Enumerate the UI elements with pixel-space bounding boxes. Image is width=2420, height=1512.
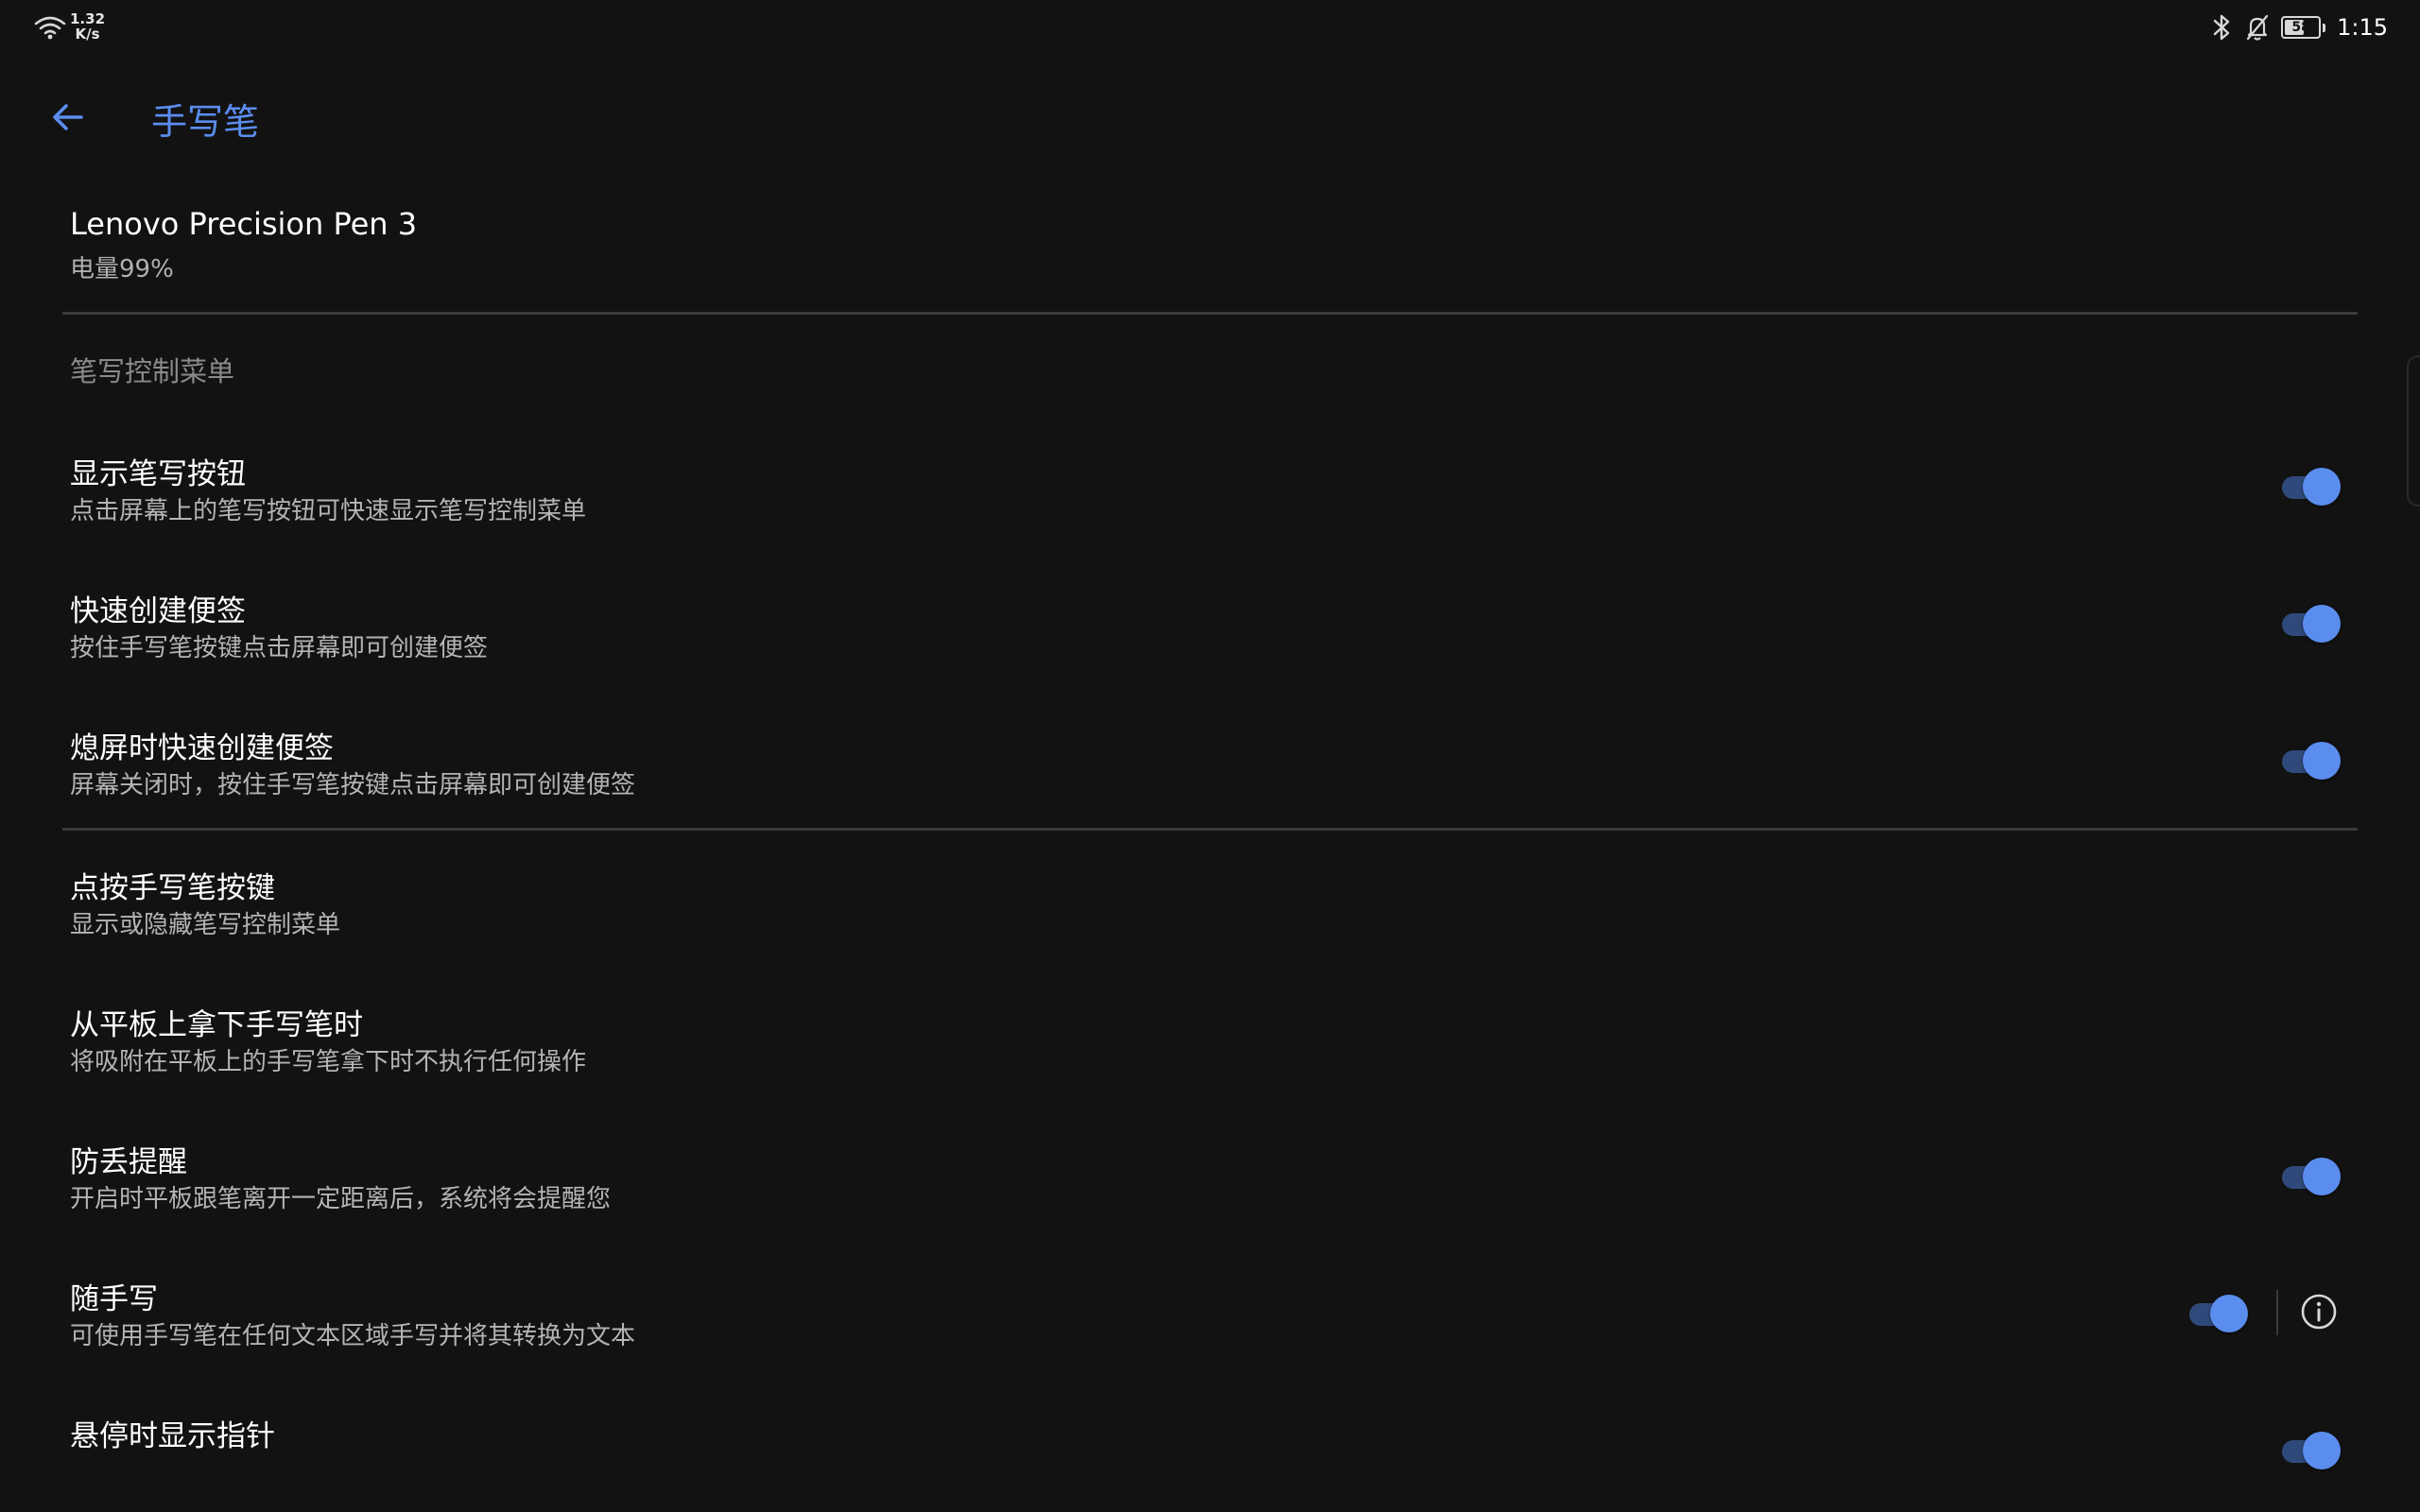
setting-subtitle: 显示或隐藏笔写控制菜单: [70, 911, 341, 939]
toggle-switch[interactable]: [2186, 1293, 2250, 1332]
status-icons: 58 1:15: [2209, 11, 2388, 43]
toggle-switch[interactable]: [2278, 466, 2342, 506]
toggle-thumb: [2303, 1158, 2341, 1195]
toggle-thumb: [2303, 742, 2341, 780]
status-bar: 1.32 K/s 58 1:15: [0, 0, 2420, 57]
setting-title: 点按手写笔按键: [70, 871, 275, 905]
device-name: Lenovo Precision Pen 3: [70, 206, 418, 242]
setting-screen-off-note[interactable]: 熄屏时快速创建便签 屏幕关闭时，按住手写笔按键点击屏幕即可创建便签: [0, 690, 2420, 822]
battery-level: 58: [2291, 20, 2310, 35]
network-speed-unit: K/s: [75, 26, 100, 43]
setting-pen-removed[interactable]: 从平板上拿下手写笔时 将吸附在平板上的手写笔拿下时不执行任何操作: [0, 969, 2420, 1101]
page-title: 手写笔: [151, 101, 260, 143]
battery-icon: 58: [2281, 16, 2322, 39]
toggle-switch[interactable]: [2278, 603, 2342, 643]
setting-title: 熄屏时快速创建便签: [70, 731, 334, 765]
network-speed-value: 1.32: [70, 10, 106, 27]
bluetooth-icon: [2213, 14, 2230, 41]
device-battery: 电量99%: [70, 255, 174, 284]
toggle-thumb: [2303, 1432, 2341, 1469]
setting-quick-note[interactable]: 快速创建便签 按住手写笔按键点击屏幕即可创建便签: [0, 553, 2420, 685]
setting-subtitle: 屏幕关闭时，按住手写笔按键点击屏幕即可创建便签: [70, 771, 636, 799]
divider: [62, 312, 2358, 315]
toggle-thumb: [2210, 1295, 2248, 1332]
toggle-switch[interactable]: [2278, 1430, 2342, 1469]
setting-hover-pointer[interactable]: 悬停时显示指针: [0, 1380, 2420, 1512]
setting-subtitle: 将吸附在平板上的手写笔拿下时不执行任何操作: [70, 1048, 587, 1076]
wifi-icon: [34, 16, 66, 40]
setting-subtitle: 按住手写笔按键点击屏幕即可创建便签: [70, 634, 489, 662]
vertical-divider: [2276, 1290, 2278, 1335]
divider: [62, 828, 2358, 831]
pen-settings-screen: 1.32 K/s 58 1:15 手写笔 Lenovo Precision Pe…: [0, 0, 2420, 1512]
toggle-thumb: [2303, 468, 2341, 506]
setting-handwriting-input[interactable]: 随手写 可使用手写笔在任何文本区域手写并将其转换为文本: [0, 1243, 2420, 1375]
setting-title: 快速创建便签: [70, 594, 246, 628]
toggle-switch[interactable]: [2278, 740, 2342, 780]
pen-device-info: Lenovo Precision Pen 3 电量99%: [70, 206, 417, 284]
status-time: 1:15: [2337, 14, 2388, 41]
info-icon: [2301, 1294, 2337, 1330]
back-button[interactable]: [38, 87, 98, 147]
setting-subtitle: 开启时平板跟笔离开一定距离后，系统将会提醒您: [70, 1185, 612, 1213]
info-button[interactable]: [2297, 1290, 2341, 1333]
toggle-thumb: [2303, 605, 2341, 643]
bell-off-icon: [2246, 14, 2269, 41]
setting-title: 随手写: [70, 1282, 158, 1316]
setting-title: 防丢提醒: [70, 1145, 187, 1179]
setting-show-pen-button[interactable]: 显示笔写按钮 点击屏幕上的笔写按钮可快速显示笔写控制菜单: [0, 416, 2420, 548]
setting-loss-reminder[interactable]: 防丢提醒 开启时平板跟笔离开一定距离后，系统将会提醒您: [0, 1106, 2420, 1238]
setting-title: 显示笔写按钮: [70, 457, 246, 491]
section-header: 笔写控制菜单: [70, 355, 235, 387]
setting-title: 悬停时显示指针: [70, 1419, 275, 1453]
setting-subtitle: 可使用手写笔在任何文本区域手写并将其转换为文本: [70, 1322, 636, 1350]
toggle-switch[interactable]: [2278, 1156, 2342, 1195]
side-edge-handle[interactable]: [2407, 355, 2420, 507]
network-speed: 1.32 K/s: [70, 11, 105, 42]
battery-cap: [2323, 23, 2326, 32]
setting-pen-button-press[interactable]: 点按手写笔按键 显示或隐藏笔写控制菜单: [0, 832, 2420, 964]
setting-title: 从平板上拿下手写笔时: [70, 1008, 363, 1042]
setting-subtitle: 点击屏幕上的笔写按钮可快速显示笔写控制菜单: [70, 497, 587, 525]
arrow-left-icon: [53, 104, 83, 130]
